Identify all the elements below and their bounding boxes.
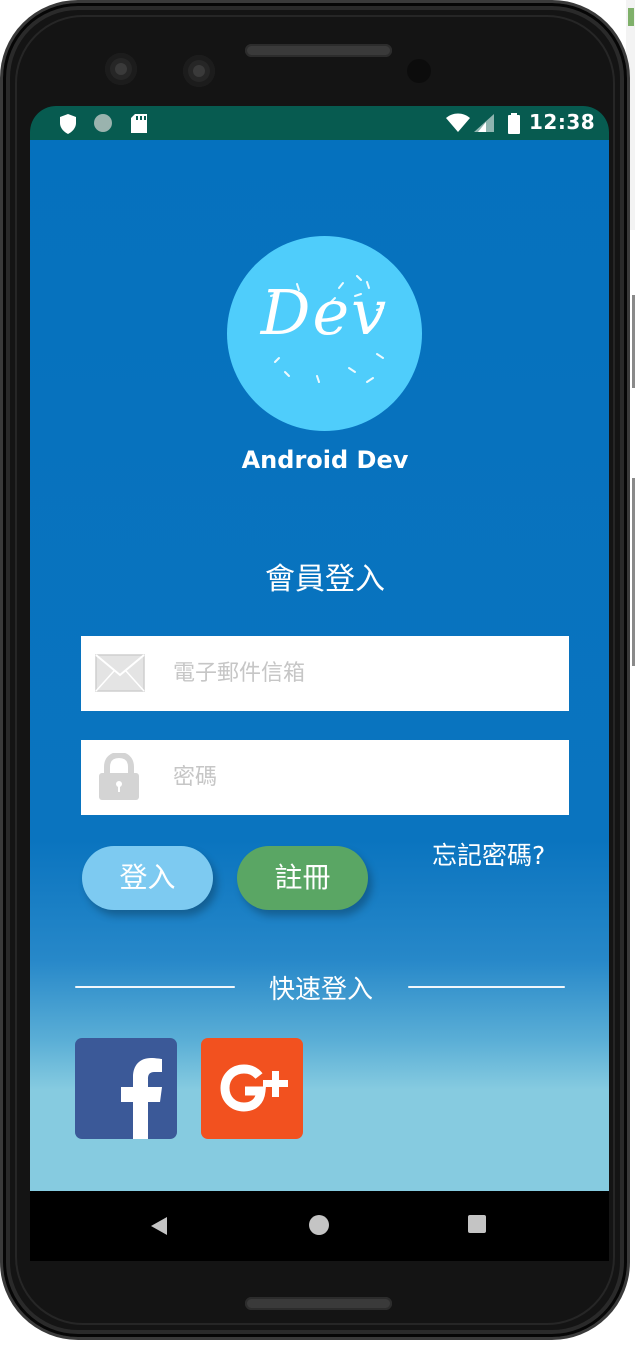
earpiece-speaker [245, 44, 392, 57]
battery-icon [508, 113, 520, 134]
email-field[interactable] [81, 636, 569, 711]
shield-icon [60, 114, 76, 134]
divider-right [408, 986, 565, 988]
lock-icon [99, 753, 139, 800]
login-title: 會員登入 [265, 562, 385, 597]
envelope-icon [95, 654, 145, 692]
facebook-icon [121, 1058, 162, 1139]
navigation-bar [30, 1191, 609, 1261]
app-name: Android Dev [241, 446, 409, 474]
register-button[interactable]: 註冊 [237, 846, 368, 910]
signal-icon [474, 114, 494, 132]
phone-screen: 12:38 Dev Android Dev 會員登入 電子郵件信箱 登入 註冊 … [30, 106, 609, 1261]
logo-text: Dev [260, 276, 389, 349]
front-camera [105, 53, 137, 85]
login-button[interactable]: 登入 [82, 846, 213, 910]
google-plus-login-button[interactable] [201, 1038, 303, 1139]
sd-card-icon [131, 114, 147, 133]
password-field[interactable] [81, 740, 569, 815]
back-icon[interactable] [150, 1216, 168, 1236]
app-logo: Dev [227, 236, 422, 431]
recent-apps-icon[interactable] [468, 1215, 486, 1233]
front-camera-secondary [183, 55, 215, 87]
phone-frame: 12:38 Dev Android Dev 會員登入 電子郵件信箱 登入 註冊 … [0, 0, 635, 1340]
forgot-password-link[interactable]: 忘記密碼? [432, 836, 545, 872]
login-screen: Dev Android Dev 會員登入 電子郵件信箱 登入 註冊 忘記密碼? … [30, 140, 609, 1191]
status-time: 12:38 [529, 110, 596, 134]
circle-icon [94, 114, 112, 132]
status-bar: 12:38 [30, 106, 609, 140]
home-icon[interactable] [309, 1215, 329, 1235]
email-input[interactable] [171, 653, 551, 693]
wifi-icon [446, 113, 470, 132]
google-plus-icon [220, 1064, 288, 1112]
password-input[interactable] [171, 757, 551, 797]
proximity-sensor [407, 59, 431, 83]
facebook-login-button[interactable] [75, 1038, 177, 1139]
bottom-speaker [245, 1297, 392, 1310]
